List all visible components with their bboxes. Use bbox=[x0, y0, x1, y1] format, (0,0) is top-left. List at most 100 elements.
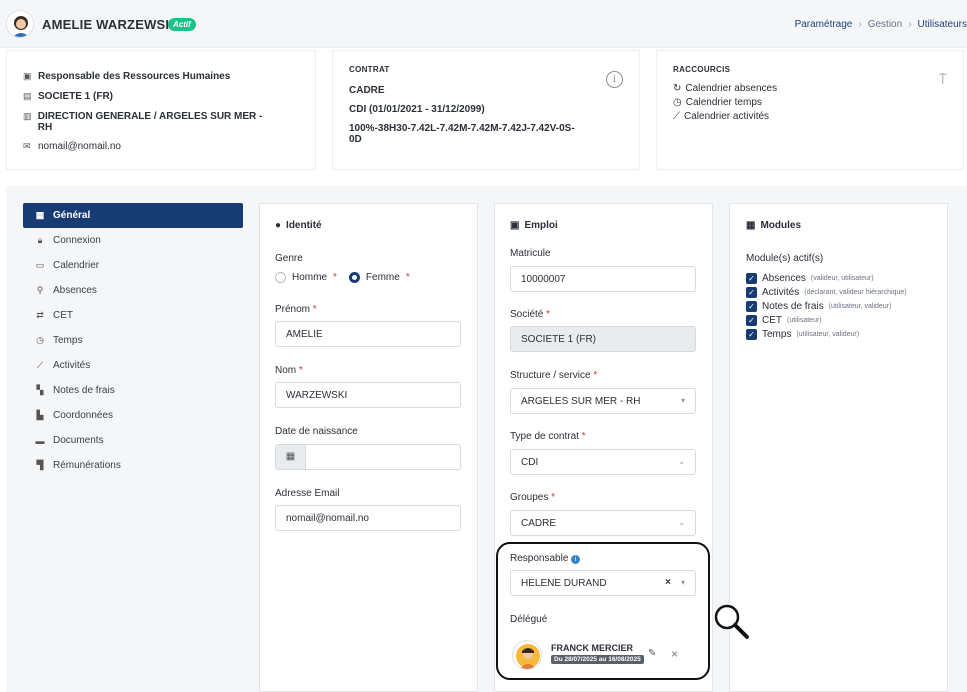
sidebar-item-absences[interactable]: ⚲ Absences bbox=[23, 278, 243, 303]
employment-title: ▣ Emploi bbox=[510, 220, 558, 231]
contract-type-select[interactable]: CDI ⌄ bbox=[510, 449, 696, 475]
clock-icon: ◷ bbox=[673, 97, 682, 108]
groups-select[interactable]: CADRE ⌄ bbox=[510, 510, 696, 536]
activity-chart-icon: ⟋ bbox=[36, 360, 44, 370]
module-row-temps[interactable]: ✓ Temps (utilisateur, valideur) bbox=[746, 329, 859, 340]
email-label: Adresse Email bbox=[275, 488, 340, 499]
shortcuts-card: RACCOURCIS ↻ Calendrier absences ◷ Calendr… bbox=[656, 50, 964, 170]
contract-type-label: Type de contrat * bbox=[510, 431, 586, 442]
user-email: nomail@nomail.no bbox=[38, 141, 121, 152]
matricule-input[interactable]: 10000007 bbox=[510, 266, 696, 292]
sidebar-item-documents[interactable]: ▬ Documents bbox=[23, 428, 243, 453]
contract-category: CADRE bbox=[349, 85, 385, 96]
breadcrumb: Paramétrage › Gestion › Utilisateurs bbox=[795, 19, 967, 30]
modules-title: ▦ Modules bbox=[746, 220, 802, 231]
lastname-label: Nom * bbox=[275, 365, 303, 376]
grid-icon: ▦ bbox=[746, 220, 756, 231]
job-title: Responsable des Ressources Humaines bbox=[38, 71, 231, 82]
calendar-icon: ▭ bbox=[35, 260, 45, 270]
user-avatar bbox=[6, 10, 34, 38]
company-input: SOCIETE 1 (FR) bbox=[510, 326, 696, 352]
checkbox-checked-icon[interactable]: ✓ bbox=[746, 273, 757, 284]
checkbox-checked-icon[interactable]: ✓ bbox=[746, 315, 757, 326]
user-circle-icon: ● bbox=[275, 220, 282, 231]
module-row-cet[interactable]: ✓ CET (utilisateur) bbox=[746, 315, 822, 326]
chevron-down-icon: ▾ bbox=[680, 396, 685, 405]
sidebar-item-remunerations[interactable]: ▜ Rémunérations bbox=[23, 453, 243, 478]
profile-summary-card: ▣ Responsable des Ressources Humaines ▤ SO… bbox=[6, 50, 316, 170]
sidebar-item-coordonnees[interactable]: ▙ Coordonnées bbox=[23, 403, 243, 428]
sidebar-item-temps[interactable]: ◷ Temps bbox=[23, 328, 243, 353]
firstname-input[interactable]: AMELIE bbox=[275, 321, 461, 347]
user-name: AMELIE WARZEWSKI bbox=[42, 17, 179, 32]
mail-icon: ✉ bbox=[23, 141, 31, 151]
chevron-down-icon: ⌄ bbox=[678, 518, 685, 527]
sidebar-item-notes-de-frais[interactable]: ▚ Notes de frais bbox=[23, 378, 243, 403]
genre-radio-group: Homme * Femme * bbox=[275, 272, 410, 283]
sidebar-nav: ▦ Général 🔒︎ Connexion ▭ Calendrier ⚲ Absenc… bbox=[23, 203, 243, 478]
chevron-right-icon: › bbox=[908, 19, 912, 30]
birthdate-input[interactable]: ▦ bbox=[275, 444, 461, 470]
breadcrumb-parametrage[interactable]: Paramétrage bbox=[795, 19, 853, 30]
calendar-icon[interactable]: ▦ bbox=[276, 445, 306, 469]
module-row-notes-de-frais[interactable]: ✓ Notes de frais (utilisateur, valideur) bbox=[746, 301, 891, 312]
shortcut-calendar-activities[interactable]: ⟋ Calendrier activités bbox=[673, 111, 769, 122]
matricule-label: Matricule bbox=[510, 248, 551, 259]
structure-label: Structure / service * bbox=[510, 370, 598, 381]
sidebar-item-connexion[interactable]: 🔒︎ Connexion bbox=[23, 228, 243, 253]
radio-homme[interactable] bbox=[275, 272, 286, 283]
transfer-icon: ⇄ bbox=[36, 310, 44, 320]
id-card-icon: ▣ bbox=[23, 71, 32, 81]
radio-femme[interactable] bbox=[348, 272, 360, 283]
sidebar-item-calendrier[interactable]: ▭ Calendrier bbox=[23, 253, 243, 278]
activity-chart-icon: ⟋ bbox=[673, 111, 680, 122]
genre-label: Genre bbox=[275, 253, 303, 264]
avatar-illustration-icon bbox=[12, 16, 30, 37]
modules-subtitle: Module(s) actif(s) bbox=[746, 253, 824, 264]
header-bar: AMELIE WARZEWSKI Actif Paramétrage › Gesti… bbox=[0, 0, 967, 48]
sidebar-item-cet[interactable]: ⇄ CET bbox=[23, 303, 243, 328]
shortcut-calendar-time[interactable]: ◷ Calendrier temps bbox=[673, 97, 762, 108]
company-label: Société * bbox=[510, 309, 551, 320]
module-row-activites[interactable]: ✓ Activités (déclarant, valideur hiérarchi… bbox=[746, 287, 907, 298]
archive-icon: ▬ bbox=[35, 435, 45, 446]
id-card-icon: ▣ bbox=[510, 220, 520, 231]
contract-summary-card: CONTRAT CADRE CDI (01/01/2021 - 31/12/20… bbox=[332, 50, 640, 170]
info-icon[interactable]: i bbox=[606, 71, 623, 88]
magnifier-icon bbox=[714, 604, 749, 639]
chevron-right-icon: › bbox=[858, 19, 862, 30]
wallet-icon: ▜ bbox=[36, 460, 44, 470]
grid-icon: ▦ bbox=[35, 210, 45, 220]
highlight-outline bbox=[496, 542, 710, 680]
contract-label: CONTRAT bbox=[349, 65, 390, 74]
lastname-input[interactable]: WARZEWSKI bbox=[275, 382, 461, 408]
breadcrumb-utilisateurs[interactable]: Utilisateurs bbox=[918, 19, 967, 30]
building-icon: ▤ bbox=[23, 91, 32, 101]
clock-icon: ◷ bbox=[36, 335, 44, 345]
address-book-icon: ▙ bbox=[36, 410, 44, 420]
checkbox-checked-icon[interactable]: ✓ bbox=[746, 301, 757, 312]
running-person-icon: ⚲ bbox=[36, 285, 44, 295]
checkbox-checked-icon[interactable]: ✓ bbox=[746, 287, 757, 298]
company-name: SOCIETE 1 (FR) bbox=[38, 91, 114, 102]
lock-icon: 🔒︎ bbox=[37, 235, 43, 245]
contract-period: CDI (01/01/2021 - 31/12/2099) bbox=[349, 104, 485, 115]
breadcrumb-gestion[interactable]: Gestion bbox=[868, 19, 902, 30]
firstname-label: Prénom * bbox=[275, 304, 317, 315]
pin-icon[interactable]: ⍑ bbox=[939, 71, 947, 88]
department-name: DIRECTION GENERALE / ARGELES SUR MER - R… bbox=[37, 111, 263, 133]
checkbox-checked-icon[interactable]: ✓ bbox=[746, 329, 757, 340]
module-row-absences[interactable]: ✓ Absences (valideur, utilisateur) bbox=[746, 273, 874, 284]
sidebar-item-general[interactable]: ▦ Général bbox=[23, 203, 243, 228]
receipt-icon: ▚ bbox=[36, 385, 44, 395]
contract-schedule: 100%-38H30-7.42L-7.42M-7.42M-7.42J-7.42V… bbox=[349, 123, 575, 145]
absence-calendar-icon: ↻ bbox=[673, 83, 682, 94]
shortcut-calendar-absences[interactable]: ↻ Calendrier absences bbox=[673, 83, 777, 94]
chevron-down-icon: ⌄ bbox=[678, 457, 685, 466]
identity-title: ● Identité bbox=[275, 220, 322, 231]
sidebar-item-activites[interactable]: ⟋ Activités bbox=[23, 353, 243, 378]
structure-select[interactable]: ARGELES SUR MER - RH ▾ bbox=[510, 388, 696, 414]
shortcuts-label: RACCOURCIS bbox=[673, 65, 731, 74]
groups-label: Groupes * bbox=[510, 492, 556, 503]
email-field[interactable]: nomail@nomail.no bbox=[275, 505, 461, 531]
